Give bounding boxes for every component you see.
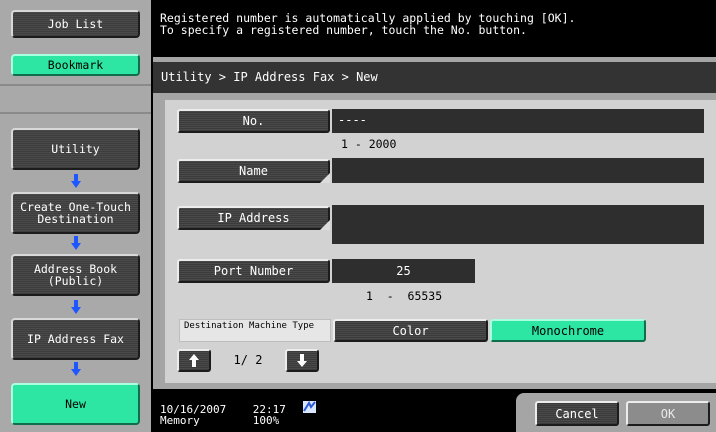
no-button-label: No. (242, 114, 265, 128)
port-number-button-label: Port Number (213, 264, 294, 278)
breadcrumb-address-book-button[interactable]: Address Book (Public) (11, 254, 140, 296)
instruction-message: Registered number is automatically appli… (160, 11, 576, 37)
name-button[interactable]: Name (177, 159, 330, 183)
status-memory: Memory 100% (160, 415, 280, 427)
ok-button[interactable]: OK (626, 401, 710, 426)
destination-type-label: Destination Machine Type (179, 319, 331, 342)
ip-address-button-label: IP Address (217, 211, 290, 225)
ip-address-field[interactable] (332, 205, 704, 244)
page-indicator: 1/ 2 (233, 353, 263, 367)
sidebar-divider (0, 84, 151, 86)
page-title: Utility > IP Address Fax > New (153, 62, 716, 93)
port-range-hint: 1 - 65535 (366, 289, 443, 303)
page-up-button[interactable] (177, 349, 211, 372)
down-arrow-icon (71, 174, 81, 188)
down-arrow-icon (297, 354, 307, 367)
no-button[interactable]: No. (177, 109, 330, 133)
breadcrumb-utility-button[interactable]: Utility (11, 128, 140, 170)
no-range-hint: 1 - 2000 (341, 137, 397, 151)
breadcrumb-create-one-touch-button[interactable]: Create One-Touch Destination (11, 192, 140, 234)
edit-corner-icon (320, 220, 330, 230)
breadcrumb-ip-address-fax-button[interactable]: IP Address Fax (11, 318, 140, 360)
name-field[interactable] (332, 158, 704, 183)
name-button-label: Name (239, 164, 268, 178)
port-number-button[interactable]: Port Number (177, 259, 330, 283)
cancel-button[interactable]: Cancel (535, 401, 619, 426)
monochrome-option-button[interactable]: Monochrome (490, 319, 646, 342)
down-arrow-icon (71, 300, 81, 314)
down-arrow-icon (71, 236, 81, 250)
status-datetime: 10/16/2007 22:17 (160, 403, 286, 416)
bookmark-button[interactable]: Bookmark (11, 54, 140, 76)
down-arrow-icon (71, 362, 81, 376)
color-option-button[interactable]: Color (333, 319, 488, 342)
edit-corner-icon (320, 173, 330, 183)
ip-address-button[interactable]: IP Address (177, 206, 330, 230)
no-field[interactable]: ---- (332, 109, 704, 133)
up-arrow-icon (189, 354, 199, 367)
job-list-button[interactable]: Job List (11, 10, 140, 38)
sidebar-divider (0, 112, 151, 114)
port-number-field[interactable]: 25 (332, 259, 475, 283)
network-status-icon (303, 401, 316, 413)
breadcrumb-new-button[interactable]: New (11, 383, 140, 425)
page-down-button[interactable] (285, 349, 319, 372)
